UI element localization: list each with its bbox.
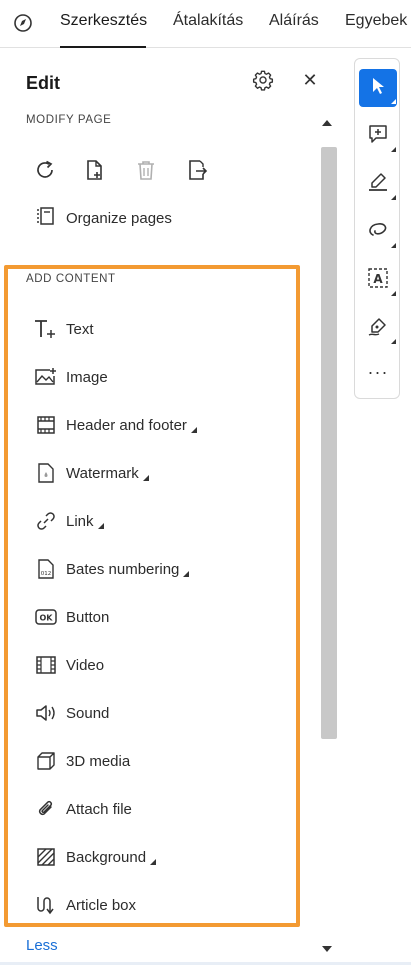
active-tab-indicator: [60, 46, 146, 48]
submenu-indicator-icon: [183, 571, 190, 577]
add-comment-icon: [367, 123, 389, 150]
attach-file-label: Attach file: [66, 800, 132, 818]
3d-media-icon: [34, 749, 58, 773]
sign-icon: [367, 315, 389, 342]
scroll-down-arrow[interactable]: [321, 941, 333, 952]
submenu-indicator-icon: [142, 475, 149, 481]
draw-tool-button[interactable]: [359, 213, 397, 251]
sign-tool-button[interactable]: [359, 309, 397, 347]
scrollbar-thumb[interactable]: [321, 147, 337, 739]
add-3d-media-label: 3D media: [66, 752, 131, 770]
top-toolbar: Szerkesztés Átalakítás Aláírás Egyebek: [0, 0, 411, 48]
text-box-tool-button[interactable]: A: [359, 261, 397, 299]
link-label: Link: [66, 512, 94, 530]
background-icon: [34, 845, 58, 869]
tool-corner-indicator: [391, 339, 396, 344]
article-box-item[interactable]: Article box: [34, 892, 274, 918]
tool-corner-indicator: [391, 147, 396, 152]
header-footer-item[interactable]: Header and footer: [34, 412, 274, 438]
add-text-item[interactable]: Text: [34, 316, 274, 342]
close-icon[interactable]: ✕: [301, 69, 319, 91]
add-video-item[interactable]: Video: [34, 652, 274, 678]
watermark-item[interactable]: Watermark: [34, 460, 274, 486]
attach-icon: [34, 797, 58, 821]
organize-pages-button[interactable]: Organize pages: [36, 206, 172, 230]
tool-rail: A ···: [354, 58, 400, 399]
svg-text:OK: OK: [40, 614, 54, 623]
highlight-tool-button[interactable]: [359, 165, 397, 203]
watermark-icon: [34, 461, 58, 485]
modify-page-toolbar: [30, 153, 230, 187]
add-content-heading: ADD CONTENT: [26, 273, 116, 285]
organize-pages-label: Organize pages: [66, 209, 172, 227]
text-box-icon: A: [367, 267, 389, 294]
watermark-label: Watermark: [66, 464, 139, 482]
rotate-page-icon[interactable]: [30, 153, 60, 187]
home-back-icon[interactable]: [12, 12, 34, 34]
add-button-item[interactable]: OK Button: [34, 604, 274, 630]
tab-convert[interactable]: Átalakítás: [173, 12, 243, 30]
button-icon: OK: [34, 605, 58, 629]
link-icon: [34, 509, 58, 533]
submenu-indicator-icon: [97, 523, 104, 529]
header-footer-label: Header and footer: [66, 416, 187, 434]
modify-page-heading: MODIFY PAGE: [26, 114, 112, 126]
svg-text:A: A: [373, 272, 383, 286]
select-cursor-icon: [369, 76, 387, 101]
tool-corner-indicator: [391, 99, 396, 104]
draw-freeform-icon: [367, 219, 389, 246]
tool-corner-indicator: [391, 243, 396, 248]
bates-numbering-item[interactable]: 012 Bates numbering: [34, 556, 274, 582]
add-image-label: Image: [66, 368, 108, 386]
article-box-icon: [34, 893, 58, 917]
edit-panel: Edit ✕ MODIFY PAGE Organize pages ADD CO…: [0, 49, 340, 965]
insert-page-icon[interactable]: [80, 153, 110, 187]
tool-corner-indicator: [391, 195, 396, 200]
background-label: Background: [66, 848, 147, 866]
add-sound-item[interactable]: Sound: [34, 700, 274, 726]
scroll-up-arrow[interactable]: [321, 115, 333, 126]
select-tool-button[interactable]: [359, 69, 397, 107]
article-box-label: Article box: [66, 896, 137, 914]
panel-title: Edit: [26, 73, 60, 93]
extract-page-icon[interactable]: [182, 153, 212, 187]
sound-icon: [34, 701, 58, 725]
background-item[interactable]: Background: [34, 844, 274, 870]
add-sound-label: Sound: [66, 704, 110, 722]
comment-tool-button[interactable]: [359, 117, 397, 155]
header-footer-icon: [34, 413, 58, 437]
tab-sign[interactable]: Aláírás: [269, 12, 319, 30]
add-button-label: Button: [66, 608, 110, 626]
bates-icon: 012: [34, 557, 58, 581]
organize-pages-icon: [36, 206, 56, 231]
add-image-item[interactable]: Image: [34, 364, 274, 390]
text-icon: [34, 317, 58, 341]
tool-corner-indicator: [391, 291, 396, 296]
link-item[interactable]: Link: [34, 508, 274, 534]
attach-file-item[interactable]: Attach file: [34, 796, 274, 822]
add-3d-media-item[interactable]: 3D media: [34, 748, 274, 774]
highlight-icon: [367, 171, 389, 198]
submenu-indicator-icon: [190, 427, 197, 433]
image-icon: [34, 365, 58, 389]
less-link[interactable]: Less: [26, 937, 58, 954]
gear-icon[interactable]: [252, 69, 274, 91]
submenu-indicator-icon: [150, 859, 157, 865]
add-video-label: Video: [66, 656, 105, 674]
video-icon: [34, 653, 58, 677]
add-text-label: Text: [66, 320, 94, 338]
svg-text:012: 012: [41, 571, 52, 577]
delete-page-icon[interactable]: [131, 153, 161, 187]
tab-more[interactable]: Egyebek: [345, 12, 407, 30]
more-tools-button[interactable]: ···: [359, 357, 397, 387]
tab-edit[interactable]: Szerkesztés: [60, 12, 147, 30]
bates-numbering-label: Bates numbering: [66, 560, 180, 578]
